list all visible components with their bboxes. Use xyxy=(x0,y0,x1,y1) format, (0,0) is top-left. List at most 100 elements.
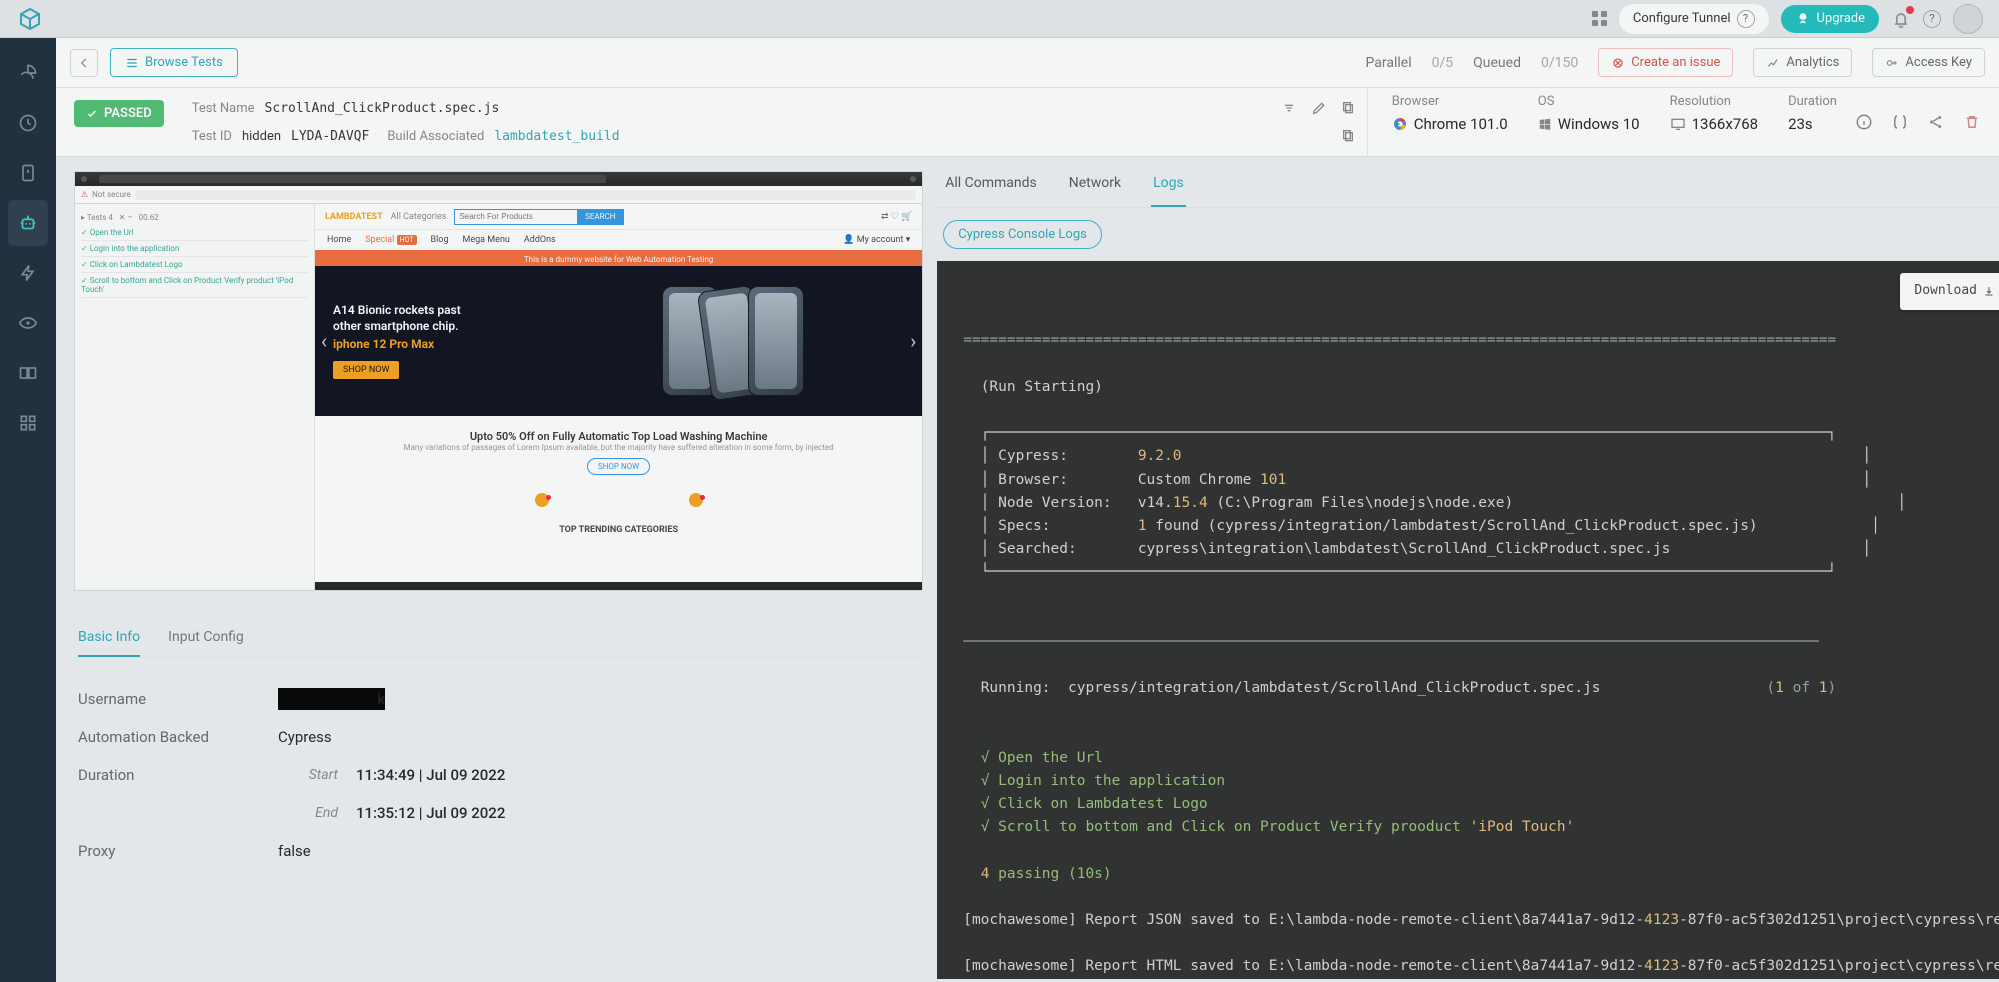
hero-next: › xyxy=(910,329,916,353)
nav-special: Special HOT xyxy=(365,235,416,245)
tab-input-config[interactable]: Input Config xyxy=(168,619,244,657)
configure-tunnel-label: Configure Tunnel xyxy=(1633,11,1731,26)
term-sp-b: found (cypress/integration/lambdatest/Sc… xyxy=(1147,518,1758,534)
term-div-mid: ────────────────────────────────────────… xyxy=(963,634,1819,650)
term-step4a: √ Scroll to bottom and Click on Product … xyxy=(981,819,1470,835)
download-label: Download xyxy=(1914,281,1977,302)
tab-all-commands[interactable]: All Commands xyxy=(943,161,1039,207)
terminal-output[interactable]: Download ===============================… xyxy=(937,261,1999,979)
build-assoc-value: lambdatest_build xyxy=(494,129,619,144)
upgrade-label: Upgrade xyxy=(1817,11,1865,26)
nav-history[interactable] xyxy=(8,100,48,146)
chrome-icon xyxy=(1392,116,1408,132)
term-m1a: [mochawesome] Report JSON saved to E:\la… xyxy=(963,912,1644,928)
share-icon[interactable] xyxy=(1927,113,1945,131)
store-search-button: SEARCH xyxy=(577,210,623,224)
cypress-console-pill[interactable]: Cypress Console Logs xyxy=(943,220,1102,249)
os-label: OS xyxy=(1538,94,1640,109)
status-badge: PASSED xyxy=(74,100,164,127)
term-sp-a: 1 xyxy=(1138,518,1147,534)
create-issue-button[interactable]: Create an issue xyxy=(1598,48,1733,77)
panel-step-1: Open the Url xyxy=(90,228,134,237)
store-search-input xyxy=(455,210,577,224)
duration-info-label: Duration xyxy=(78,766,278,784)
term-run-file: cypress/integration/lambdatest/ScrollAnd… xyxy=(1068,680,1601,696)
term-se-label: Searched: xyxy=(998,541,1077,557)
nav-automation[interactable] xyxy=(8,200,48,246)
main-shell: Browse Tests Parallel 0/5 Queued 0/150 C… xyxy=(56,38,1999,982)
panel-step-2: Login into the application xyxy=(90,244,180,253)
duration-label: Duration xyxy=(1788,94,1837,109)
back-button[interactable] xyxy=(70,49,98,77)
nav-more[interactable] xyxy=(8,400,48,446)
parallel-value: 0/5 xyxy=(1432,55,1454,71)
browse-tests-button[interactable]: Browse Tests xyxy=(110,48,238,77)
term-nd-c: (C:\Program Files\nodejs\node.exe) xyxy=(1208,495,1514,511)
info-tabs: Basic Info Input Config xyxy=(74,619,923,658)
analytics-label: Analytics xyxy=(1786,55,1839,70)
term-run-starting: (Run Starting) xyxy=(981,379,1103,395)
help-icon[interactable]: ? xyxy=(1737,10,1755,28)
test-screenshot: ⚠ Not secure ▸ Tests 4 ✕ – 00.62 ✓ Open … xyxy=(74,171,923,591)
term-se-val: cypress\integration\lambdatest\ScrollAnd… xyxy=(1138,541,1671,557)
nav-integrations[interactable] xyxy=(8,350,48,396)
tab-basic-info[interactable]: Basic Info xyxy=(78,619,140,657)
copy-id-icon[interactable] xyxy=(1341,128,1357,144)
browser-label: Browser xyxy=(1392,94,1508,109)
nav-mega: Mega Menu xyxy=(463,235,510,245)
username-redacted: x xyxy=(278,688,385,710)
build-assoc-label: Build Associated xyxy=(387,129,484,144)
delete-icon[interactable] xyxy=(1963,113,1981,131)
nav-visual[interactable] xyxy=(8,300,48,346)
tab-logs[interactable]: Logs xyxy=(1151,161,1186,207)
copy-icon[interactable] xyxy=(1341,100,1357,116)
term-step1: √ Open the Url xyxy=(981,750,1103,766)
global-help-icon[interactable]: ? xyxy=(1923,10,1941,28)
info-icon[interactable] xyxy=(1855,113,1873,131)
term-m2c: -87f0-ac5f302d1251\project\cypress\resul… xyxy=(1679,958,1999,974)
promo-sub: Many variations of passages of Lorem Ips… xyxy=(315,443,922,452)
parallel-label: Parallel xyxy=(1366,55,1412,71)
duration-value: 23s xyxy=(1788,115,1837,133)
sort-icon[interactable] xyxy=(1281,100,1297,116)
nav-hyper[interactable] xyxy=(8,250,48,296)
avatar[interactable] xyxy=(1953,4,1983,34)
panel-step-3: Click on Lambdatest Logo xyxy=(90,260,183,269)
nav-realtime[interactable] xyxy=(8,150,48,196)
automation-backed-label: Automation Backed xyxy=(78,728,278,746)
end-label: End xyxy=(278,805,338,821)
bracket-icon[interactable] xyxy=(1891,113,1909,131)
term-step4b: 'iPod Touch' xyxy=(1470,819,1575,835)
logo-icon xyxy=(16,5,44,33)
os-value: Windows 10 xyxy=(1558,115,1640,133)
rocket-icon xyxy=(1795,11,1811,27)
access-key-button[interactable]: Access Key xyxy=(1872,48,1985,77)
hero-cta: SHOP NOW xyxy=(333,361,399,379)
analytics-button[interactable]: Analytics xyxy=(1753,48,1852,77)
download-button[interactable]: Download xyxy=(1900,273,1999,310)
test-name-value: ScrollAnd_ClickProduct.spec.js xyxy=(265,101,500,116)
term-cy-val: 9.2.0 xyxy=(1138,448,1182,464)
term-step2: √ Login into the application xyxy=(981,773,1225,789)
tab-network[interactable]: Network xyxy=(1067,161,1123,207)
edit-icon[interactable] xyxy=(1311,100,1327,116)
notifications-button[interactable] xyxy=(1891,9,1911,29)
test-id-suffix: LYDA-DAVQF xyxy=(291,129,369,144)
right-column: All Commands Network Logs Cypress Consol… xyxy=(931,157,1999,979)
term-sp-label: Specs: xyxy=(998,518,1050,534)
list-icon xyxy=(125,56,139,70)
access-key-label: Access Key xyxy=(1905,55,1972,70)
start-value: 11:34:49 | Jul 09 2022 xyxy=(356,766,505,784)
upgrade-button[interactable]: Upgrade xyxy=(1781,5,1879,33)
term-cy-label: Cypress: xyxy=(998,448,1068,464)
nav-dashboard[interactable] xyxy=(8,50,48,96)
windows-icon xyxy=(1538,117,1552,131)
test-name-label: Test Name xyxy=(192,101,255,116)
term-nd-a: v14. xyxy=(1138,495,1173,511)
term-run-lbl: Running: xyxy=(981,680,1051,696)
username-label: Username xyxy=(78,690,278,708)
hero-text-1: A14 Bionic rockets past xyxy=(333,303,552,319)
apps-grid-icon[interactable] xyxy=(1592,11,1607,26)
term-m2b: 4123 xyxy=(1644,958,1679,974)
configure-tunnel-button[interactable]: Configure Tunnel ? xyxy=(1619,4,1769,34)
